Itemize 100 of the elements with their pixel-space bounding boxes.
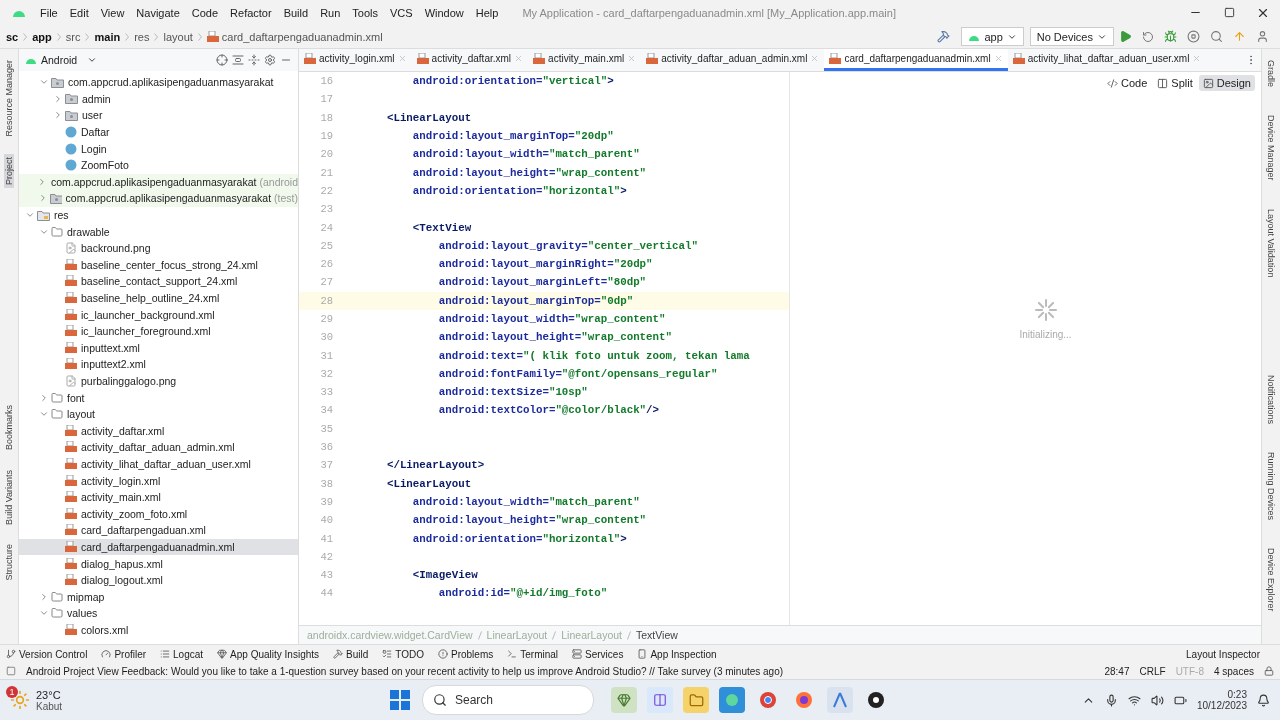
taskbar-search-field[interactable]: Search: [422, 685, 594, 715]
tool-window-button[interactable]: Terminal: [507, 648, 559, 660]
tool-window-button[interactable]: Build: [333, 648, 369, 660]
restore-icon[interactable]: [1223, 7, 1235, 18]
tool-window-tab[interactable]: Device Manager: [1266, 112, 1276, 184]
lock-icon[interactable]: [1264, 666, 1274, 676]
tree-item[interactable]: ic_launcher_foreground.xml: [19, 322, 298, 340]
tool-window-button[interactable]: Version Control: [6, 648, 88, 660]
breadcrumb-item[interactable]: app: [32, 30, 52, 43]
tool-window-tab[interactable]: Structure: [4, 541, 14, 584]
tree-item[interactable]: baseline_help_outline_24.xml: [19, 289, 298, 307]
view-mode-button[interactable]: Design: [1198, 75, 1255, 91]
breadcrumb-item[interactable]: sc: [6, 30, 19, 43]
menu-item[interactable]: Help: [469, 6, 505, 19]
chevron-down-icon[interactable]: [87, 55, 98, 65]
tree-item[interactable]: activity_zoom_foto.xml: [19, 505, 298, 523]
editor-tab[interactable]: activity_daftar_aduan_admin.xml: [641, 49, 825, 71]
tree-item[interactable]: values: [19, 605, 298, 622]
tree-item[interactable]: activity_daftar.xml: [19, 422, 298, 440]
editor-tab[interactable]: activity_daftar.xml: [411, 49, 529, 71]
tool-window-tab[interactable]: Resource Manager: [4, 57, 14, 140]
tool-window-tab[interactable]: Build Variants: [4, 466, 14, 528]
tree-item[interactable]: mipmap: [19, 588, 298, 605]
menu-item[interactable]: Window: [418, 6, 470, 19]
tree-item[interactable]: inputtext.xml: [19, 339, 298, 357]
tool-window-tab[interactable]: Running Devices: [1266, 448, 1276, 523]
tool-window-button[interactable]: Profiler: [101, 648, 147, 660]
tool-window-tab[interactable]: Device Explorer: [1266, 545, 1276, 615]
tree-item[interactable]: font: [19, 389, 298, 406]
collapse-all-icon[interactable]: [248, 54, 260, 66]
view-mode-button[interactable]: Code: [1103, 75, 1152, 91]
settings-icon[interactable]: [264, 54, 276, 66]
view-mode-button[interactable]: Split: [1153, 75, 1197, 91]
indent-setting[interactable]: 4 spaces: [1213, 665, 1254, 677]
breadcrumb-item[interactable]: main: [94, 30, 121, 43]
tree-item[interactable]: user: [19, 107, 298, 124]
tool-window-button[interactable]: Problems: [438, 648, 494, 660]
tool-window-tab[interactable]: Project: [4, 153, 14, 188]
tree-item[interactable]: backround.png: [19, 239, 298, 257]
menu-item[interactable]: VCS: [384, 6, 419, 19]
weather-icon[interactable]: [10, 690, 30, 710]
breadcrumb-item[interactable]: src: [65, 30, 81, 43]
menu-item[interactable]: File: [34, 6, 64, 19]
tree-item[interactable]: ZoomFoto: [19, 156, 298, 174]
tree-item[interactable]: activity_main.xml: [19, 488, 298, 506]
locate-icon[interactable]: [216, 54, 228, 66]
menu-item[interactable]: Run: [314, 6, 347, 19]
tree-item[interactable]: drawable: [19, 223, 298, 240]
wifi-icon[interactable]: [1127, 693, 1141, 707]
tree-item[interactable]: activity_daftar_aduan_admin.xml: [19, 439, 298, 456]
tool-window-button[interactable]: TODO: [382, 648, 424, 660]
run-icon[interactable]: [1119, 30, 1132, 43]
editor-tab[interactable]: card_daftarpengaduanadmin.xml: [824, 49, 1008, 71]
account-icon[interactable]: [1256, 30, 1269, 43]
structure-breadcrumb[interactable]: TextView: [636, 629, 678, 641]
tool-window-button[interactable]: Logcat: [160, 648, 204, 660]
tree-item[interactable]: Login: [19, 140, 298, 157]
tree-item[interactable]: colors.xml: [19, 621, 298, 639]
menu-item[interactable]: Code: [185, 6, 225, 19]
tree-item[interactable]: activity_login.xml: [19, 472, 298, 489]
expand-all-icon[interactable]: [232, 54, 244, 66]
tree-item[interactable]: purbalinggalogo.png: [19, 372, 298, 390]
search-icon[interactable]: [1210, 30, 1223, 43]
tool-window-tab[interactable]: Notifications: [1266, 371, 1276, 427]
breadcrumb-item[interactable]: res: [134, 30, 150, 43]
menu-item[interactable]: Build: [277, 6, 315, 19]
tool-window-tab[interactable]: Layout Validation: [1266, 205, 1276, 280]
tree-item[interactable]: card_daftarpengaduanadmin.xml: [19, 538, 298, 556]
breadcrumb-item[interactable]: card_daftarpengaduanadmin.xml: [221, 30, 383, 43]
menu-item[interactable]: Navigate: [130, 6, 186, 19]
windows-start-icon[interactable]: [390, 690, 410, 710]
tool-window-button[interactable]: App Quality Insights: [217, 648, 320, 660]
tool-window-button[interactable]: Services: [572, 648, 624, 660]
tool-window-button[interactable]: Layout Inspector: [1186, 648, 1260, 660]
tree-item[interactable]: admin: [19, 90, 298, 108]
stop-icon[interactable]: [1187, 30, 1200, 43]
hammer-icon[interactable]: [937, 30, 951, 43]
breadcrumb-item[interactable]: layout: [163, 30, 193, 43]
editor-tab[interactable]: activity_lihat_daftar_aduan_user.xml: [1007, 49, 1207, 71]
tree-item[interactable]: com.appcrud.aplikasipengaduanmasyarakat (android: [19, 173, 298, 191]
tree-item[interactable]: com.appcrud.aplikasipengaduanmasyarakat: [19, 74, 298, 91]
menu-item[interactable]: Edit: [63, 6, 95, 19]
tree-item[interactable]: layout: [19, 405, 298, 423]
tree-item[interactable]: inputtext2.xml: [19, 356, 298, 373]
menu-item[interactable]: Tools: [346, 6, 384, 19]
update-icon[interactable]: [1233, 30, 1246, 43]
tree-item[interactable]: res: [19, 206, 298, 224]
menu-item[interactable]: Refactor: [224, 6, 278, 19]
tool-window-tab[interactable]: Bookmarks: [4, 401, 14, 453]
run-config-dropdown[interactable]: app: [961, 27, 1024, 46]
device-dropdown[interactable]: No Devices: [1029, 27, 1114, 46]
editor-tab[interactable]: activity_main.xml: [528, 49, 642, 71]
clock-date[interactable]: 10/12/2023: [1196, 700, 1247, 711]
cursor-position[interactable]: 28:47: [1104, 665, 1130, 677]
tree-item[interactable]: ic_launcher_background.xml: [19, 306, 298, 323]
bell-icon[interactable]: [1257, 693, 1270, 707]
editor-tab[interactable]: activity_login.xml: [299, 49, 412, 71]
tree-item[interactable]: dialog_hapus.xml: [19, 555, 298, 572]
tree-item[interactable]: com.appcrud.aplikasipengaduanmasyarakat (test): [19, 190, 298, 207]
tree-item[interactable]: baseline_contact_support_24.xml: [19, 273, 298, 290]
